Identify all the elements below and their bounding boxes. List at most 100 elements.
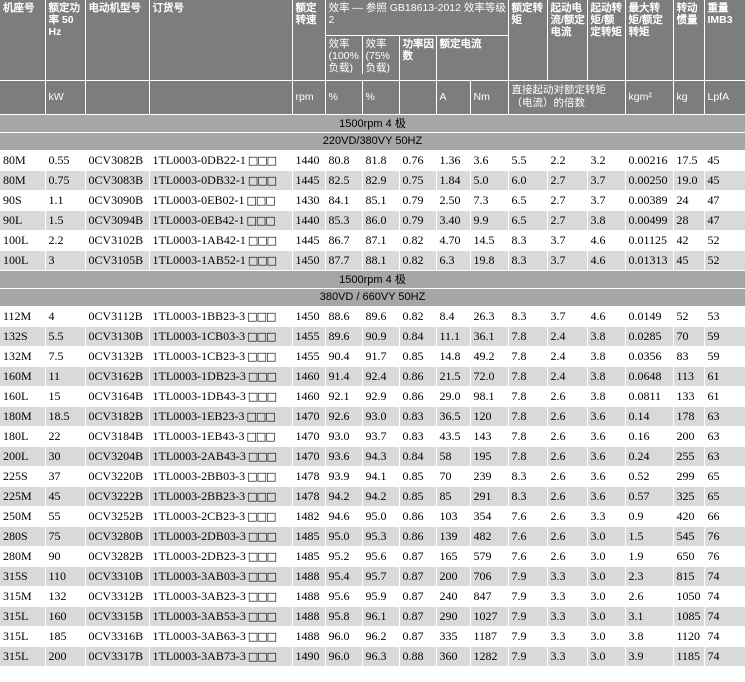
cell-speed: 1440 [292, 210, 326, 231]
cell-start-current-ratio: 7.9 [508, 586, 548, 607]
cell-inertia: 0.16 [625, 426, 674, 447]
cell-inertia: 0.0648 [625, 366, 674, 387]
cell-eff75: 95.0 [362, 506, 400, 527]
cell-power: 0.75 [45, 170, 86, 191]
cell-torque: 354 [470, 506, 509, 527]
cell-power: 185 [45, 626, 86, 647]
table-row: 315L 185 0CV3316B 1TL0003-3AB63-3 □□□ 1488 96.… [0, 626, 745, 647]
cell-start-torque-ratio: 3.7 [547, 230, 588, 251]
cell-eff100: 92.6 [325, 406, 363, 427]
cell-frame: 225S [0, 466, 46, 487]
cell-eff75: 92.9 [362, 386, 400, 407]
cell-power-factor: 0.84 [399, 326, 437, 347]
cell-eff75: 92.4 [362, 366, 400, 387]
cell-start-torque-ratio: 2.6 [547, 426, 588, 447]
cell-max-torque-ratio: 3.6 [587, 466, 626, 487]
table-row: 315L 160 0CV3315B 1TL0003-3AB53-3 □□□ 1488 95.… [0, 606, 745, 627]
col-current: 额定电流 [436, 35, 508, 81]
cell-motor-type: 0CV3184B [85, 426, 150, 447]
cell-inertia: 0.00250 [625, 170, 674, 191]
cell-inertia: 0.9 [625, 506, 674, 527]
cell-current: 4.70 [436, 230, 471, 251]
cell-start-torque-ratio: 2.6 [547, 546, 588, 567]
cell-motor-type: 0CV3252B [85, 506, 150, 527]
cell-start-current-ratio: 8.3 [508, 306, 548, 327]
cell-current: 14.8 [436, 346, 471, 367]
col-start-torque: 起动转矩/额定转矩 [587, 0, 626, 81]
cell-inertia: 0.01125 [625, 230, 674, 251]
cell-noise: 76 [704, 526, 745, 547]
cell-inertia: 0.0285 [625, 326, 674, 347]
cell-eff100: 80.8 [325, 150, 363, 171]
col-weight: 重量 IMB3 [704, 0, 745, 81]
cell-power: 22 [45, 426, 86, 447]
cell-eff100: 93.0 [325, 426, 363, 447]
cell-current: 29.0 [436, 386, 471, 407]
cell-current: 11.1 [436, 326, 471, 347]
cell-power: 90 [45, 546, 86, 567]
cell-torque: 143 [470, 426, 509, 447]
cell-speed: 1450 [292, 306, 326, 327]
option-boxes: □□□ [247, 329, 276, 343]
unit-nm: Nm [470, 80, 509, 115]
unit-pct-100: % [325, 80, 363, 115]
cell-power-factor: 0.84 [399, 446, 437, 467]
motor-spec-table: 机座号 额定功率 50 Hz 电动机型号 订货号 额定转速 效率 — 参照 GB… [0, 0, 745, 667]
col-frame: 机座号 [0, 0, 46, 81]
cell-start-torque-ratio: 3.3 [547, 586, 588, 607]
cell-frame: 250M [0, 506, 46, 527]
cell-power-factor: 0.87 [399, 586, 437, 607]
cell-power-factor: 0.87 [399, 606, 437, 627]
cell-order-no: 1TL0003-1AB42-1 □□□ [149, 230, 293, 251]
cell-torque: 19.8 [470, 250, 509, 271]
cell-weight: 45 [673, 250, 705, 271]
cell-power-factor: 0.75 [399, 170, 437, 191]
option-boxes: □□□ [247, 389, 277, 403]
cell-start-torque-ratio: 2.6 [547, 526, 588, 547]
cell-eff100: 91.4 [325, 366, 363, 387]
cell-weight: 1085 [673, 606, 705, 627]
option-boxes: □□□ [247, 369, 277, 383]
cell-speed: 1470 [292, 406, 326, 427]
cell-max-torque-ratio: 3.0 [587, 526, 626, 547]
cell-max-torque-ratio: 3.7 [587, 190, 626, 211]
cell-motor-type: 0CV3317B [85, 646, 150, 667]
cell-start-torque-ratio: 2.6 [547, 486, 588, 507]
cell-torque: 847 [470, 586, 509, 607]
cell-weight: 19.0 [673, 170, 705, 191]
cell-order-no: 1TL0003-3AB73-3 □□□ [149, 646, 293, 667]
option-boxes: □□□ [247, 629, 277, 643]
cell-start-torque-ratio: 2.7 [547, 190, 588, 211]
cell-noise: 47 [704, 190, 745, 211]
cell-frame: 90S [0, 190, 46, 211]
cell-max-torque-ratio: 3.8 [587, 326, 626, 347]
cell-start-current-ratio: 7.6 [508, 506, 548, 527]
cell-weight: 1050 [673, 586, 705, 607]
cell-start-current-ratio: 5.5 [508, 150, 548, 171]
cell-order-no: 1TL0003-2BB03-3 □□□ [149, 466, 293, 487]
cell-weight: 133 [673, 386, 705, 407]
table-row: 200L 30 0CV3204B 1TL0003-2AB43-3 □□□ 1470 93.6… [0, 446, 745, 467]
cell-eff75: 95.9 [362, 586, 400, 607]
cell-start-torque-ratio: 2.7 [547, 210, 588, 231]
cell-torque: 120 [470, 406, 509, 427]
cell-max-torque-ratio: 3.0 [587, 566, 626, 587]
cell-inertia: 0.00389 [625, 190, 674, 211]
table-row: 315S 110 0CV3310B 1TL0003-3AB03-3 □□□ 1488 95.… [0, 566, 745, 587]
cell-start-torque-ratio: 2.4 [547, 366, 588, 387]
cell-current: 3.40 [436, 210, 471, 231]
cell-order-no: 1TL0003-3AB23-3 □□□ [149, 586, 293, 607]
cell-torque: 14.5 [470, 230, 509, 251]
cell-noise: 74 [704, 586, 745, 607]
option-boxes: □□□ [247, 549, 277, 563]
cell-frame: 100L [0, 250, 46, 271]
cell-torque: 1187 [470, 626, 509, 647]
cell-frame: 315L [0, 646, 46, 667]
cell-current: 6.3 [436, 250, 471, 271]
cell-motor-type: 0CV3280B [85, 526, 150, 547]
cell-torque: 36.1 [470, 326, 509, 347]
col-order-no: 订货号 [149, 0, 293, 81]
cell-motor-type: 0CV3112B [85, 306, 150, 327]
cell-inertia: 0.57 [625, 486, 674, 507]
cell-speed: 1445 [292, 170, 326, 191]
